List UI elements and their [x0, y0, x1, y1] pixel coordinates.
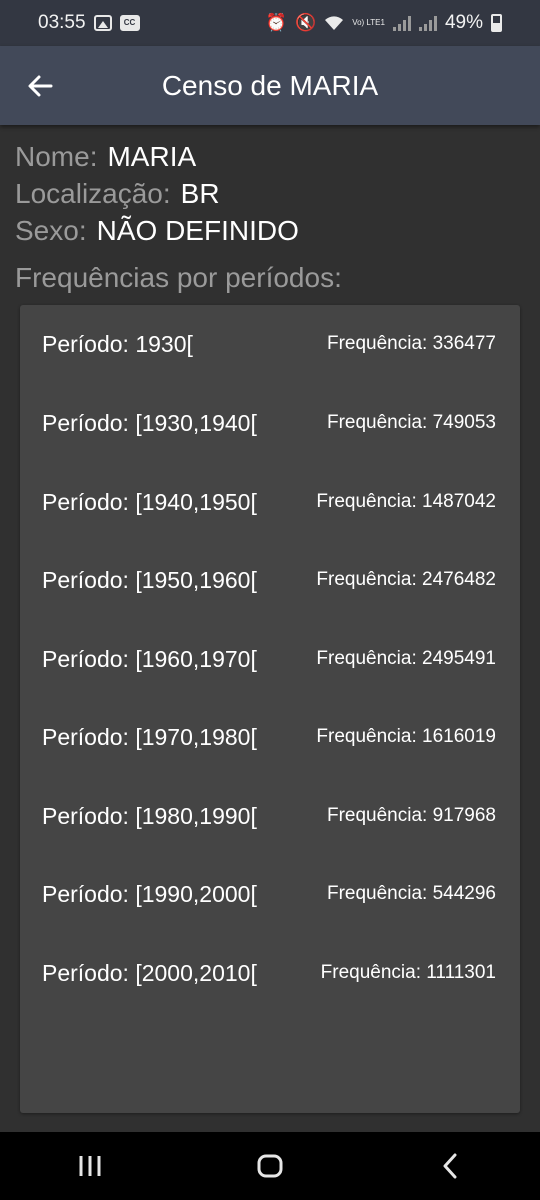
period-label: Período: [1970,1980[ [42, 723, 257, 750]
frequency-label: Frequência: 336477 [326, 333, 496, 354]
name-row: Nome: MARIA [15, 138, 525, 175]
name-label: Nome: [15, 141, 98, 172]
name-value: MARIA [107, 141, 197, 172]
list-item: Período: 1930[ Frequência: 336477 [20, 324, 520, 364]
frequency-label: Frequência: 917968 [326, 805, 496, 826]
mute-icon: 🔇 [295, 13, 317, 32]
frequency-label: Frequência: 1111301 [320, 962, 496, 983]
system-nav-bar [0, 1132, 540, 1200]
page-title: Censo de MARIA [161, 70, 379, 101]
status-bar: 03:55 CC ⏰ 🔇 Vo) LTE1 49% [0, 0, 540, 46]
list-item: Período: [1930,1940[ Frequência: 749053 [20, 403, 520, 443]
nav-back-button[interactable] [420, 1136, 480, 1196]
home-button[interactable] [240, 1136, 300, 1196]
back-button[interactable] [20, 66, 60, 106]
period-label: Período: [2000,2010[ [42, 959, 257, 986]
frequency-label: Frequência: 2495491 [316, 648, 496, 669]
status-left: 03:55 CC [38, 12, 140, 34]
list-item: Período: [1990,2000[ Frequência: 544296 [20, 874, 520, 914]
nav-back-icon [443, 1153, 457, 1179]
sex-label: Sexo: [15, 215, 87, 246]
recent-apps-icon [79, 1156, 101, 1176]
sex-value: NÃO DEFINIDO [96, 215, 299, 246]
period-label: Período: [1980,1990[ [42, 802, 257, 829]
frequencies-list[interactable]: Período: 1930[ Frequência: 336477 Períod… [20, 305, 520, 1113]
frequencies-heading: Frequências por períodos: [15, 262, 342, 293]
list-item: Período: [1960,1970[ Frequência: 2495491 [20, 639, 520, 679]
location-label: Localização: [15, 178, 171, 209]
location-row: Localização: BR [15, 175, 525, 212]
status-right: ⏰ 🔇 Vo) LTE1 49% [266, 12, 502, 34]
period-label: Período: [1950,1960[ [42, 566, 257, 593]
volte-icon: Vo) LTE1 [352, 18, 385, 27]
gallery-notification-icon [93, 15, 112, 31]
period-label: Período: 1930[ [42, 330, 193, 357]
location-value: BR [180, 178, 220, 209]
list-item: Período: [1940,1950[ Frequência: 1487042 [20, 482, 520, 522]
person-info: Nome: MARIA Localização: BR Sexo: NÃO DEFIN… [15, 138, 525, 249]
frequency-label: Frequência: 1487042 [316, 491, 496, 512]
list-item: Período: [2000,2010[ Frequência: 1111301 [20, 953, 520, 993]
app-bar: Censo de MARIA [0, 46, 540, 125]
list-item: Período: [1980,1990[ Frequência: 917968 [20, 796, 520, 836]
list-item: Período: [1970,1980[ Frequência: 1616019 [20, 717, 520, 757]
period-label: Período: [1990,2000[ [42, 880, 257, 907]
period-label: Período: [1930,1940[ [42, 409, 257, 436]
recent-apps-button[interactable] [60, 1136, 120, 1196]
battery-icon [491, 14, 502, 32]
arrow-left-icon [28, 75, 53, 97]
signal-2-icon [418, 15, 437, 31]
caption-notification-icon: CC [119, 15, 140, 31]
alarm-icon: ⏰ [265, 13, 288, 32]
status-time: 03:55 [38, 12, 86, 33]
signal-1-icon [392, 15, 411, 31]
frequency-label: Frequência: 1616019 [316, 726, 496, 747]
home-icon [257, 1154, 283, 1178]
frequency-label: Frequência: 749053 [326, 412, 496, 433]
sex-row: Sexo: NÃO DEFINIDO [15, 212, 525, 249]
period-label: Período: [1940,1950[ [42, 488, 257, 515]
battery-percent: 49% [444, 12, 483, 33]
frequency-label: Frequência: 2476482 [316, 569, 496, 590]
list-item: Período: [1950,1960[ Frequência: 2476482 [20, 560, 520, 600]
frequency-label: Frequência: 544296 [326, 883, 496, 904]
wifi-icon [325, 16, 344, 30]
period-label: Período: [1960,1970[ [42, 645, 257, 672]
